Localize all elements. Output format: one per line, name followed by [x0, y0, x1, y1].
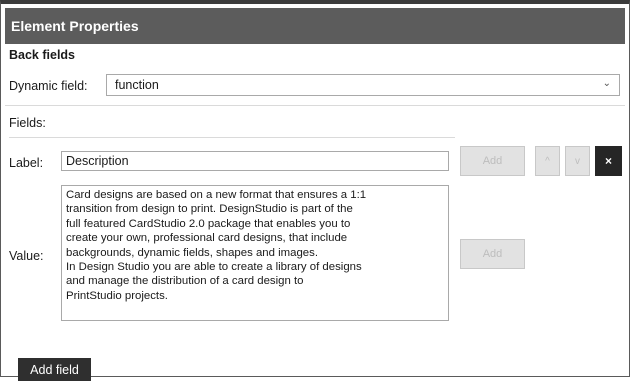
move-down-button[interactable]: v	[565, 146, 590, 176]
add-value-button[interactable]: Add	[460, 239, 525, 269]
value-line: and manage the distribution of a card de…	[66, 275, 304, 288]
chevron-up-icon: ^	[545, 155, 550, 167]
move-up-button[interactable]: ^	[535, 146, 560, 176]
chevron-down-icon: v	[575, 155, 580, 167]
value-line: create your own, professional card desig…	[66, 232, 348, 245]
dynamic-field-selected-value: function	[115, 78, 159, 92]
value-line: backgrounds, dynamic fields, shapes and …	[66, 246, 319, 259]
value-line: Card designs are based on a new format t…	[66, 189, 367, 201]
value-line: full featured CardStudio 2.0 package tha…	[66, 217, 351, 230]
value-line: PrintStudio projects.	[66, 289, 168, 302]
panel-title: Element Properties	[5, 8, 625, 44]
close-icon: ×	[604, 154, 612, 168]
value-field-label: Value:	[9, 249, 44, 263]
divider	[9, 137, 455, 138]
add-label-button[interactable]: Add	[460, 146, 525, 176]
add-field-button[interactable]: Add field	[18, 358, 91, 381]
dynamic-field-select[interactable]: function ⌄	[106, 74, 620, 96]
fields-label: Fields:	[9, 116, 46, 130]
chevron-down-icon[interactable]: ⌄	[603, 78, 611, 89]
value-line: In Design Studio you are able to create …	[66, 261, 362, 274]
section-title-back-fields: Back fields	[9, 48, 76, 62]
divider	[5, 105, 625, 106]
label-field-label: Label:	[9, 156, 44, 170]
label-input[interactable]: Description	[61, 151, 449, 171]
dynamic-field-label: Dynamic field:	[9, 79, 88, 93]
value-textarea[interactable]: Card designs are based on a new format t…	[61, 185, 449, 321]
value-line: transition from design to print. DesignS…	[66, 203, 353, 216]
delete-button[interactable]: ×	[595, 146, 622, 176]
element-properties-panel: Element Properties Back fields Dynamic f…	[0, 0, 630, 381]
